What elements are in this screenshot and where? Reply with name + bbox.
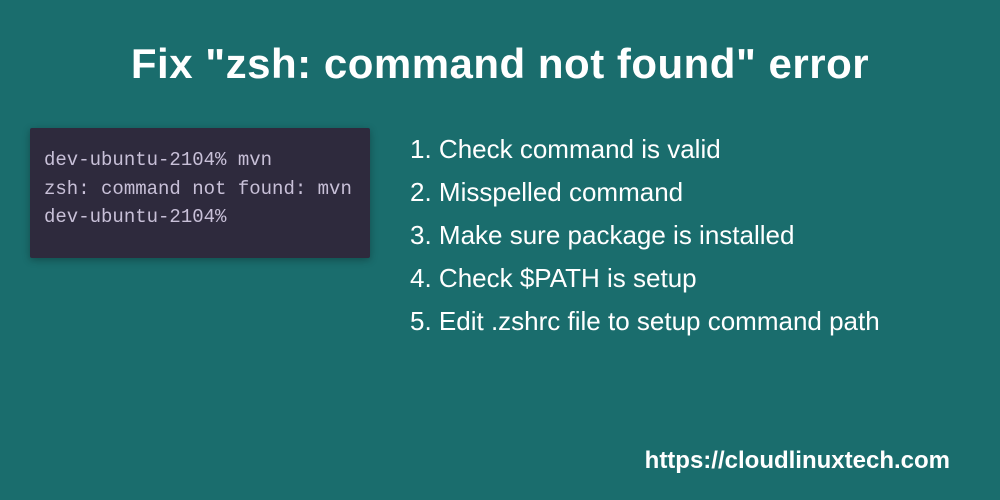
content-row: dev-ubuntu-2104% mvn zsh: command not fo… [0, 108, 1000, 342]
steps-container: Check command is valid Misspelled comman… [400, 128, 970, 342]
step-item: Make sure package is installed [400, 214, 970, 257]
terminal-line: zsh: command not found: mvn [44, 175, 356, 204]
step-item: Check $PATH is setup [400, 257, 970, 300]
terminal-line: dev-ubuntu-2104% mvn [44, 146, 356, 175]
step-item: Check command is valid [400, 128, 970, 171]
footer-url: https://cloudlinuxtech.com [645, 447, 950, 475]
terminal-line: dev-ubuntu-2104% [44, 203, 356, 232]
step-item: Misspelled command [400, 171, 970, 214]
terminal-snippet: dev-ubuntu-2104% mvn zsh: command not fo… [30, 128, 370, 258]
step-item: Edit .zshrc file to setup command path [400, 300, 970, 343]
steps-list: Check command is valid Misspelled comman… [400, 128, 970, 342]
page-title: Fix "zsh: command not found" error [0, 0, 1000, 108]
